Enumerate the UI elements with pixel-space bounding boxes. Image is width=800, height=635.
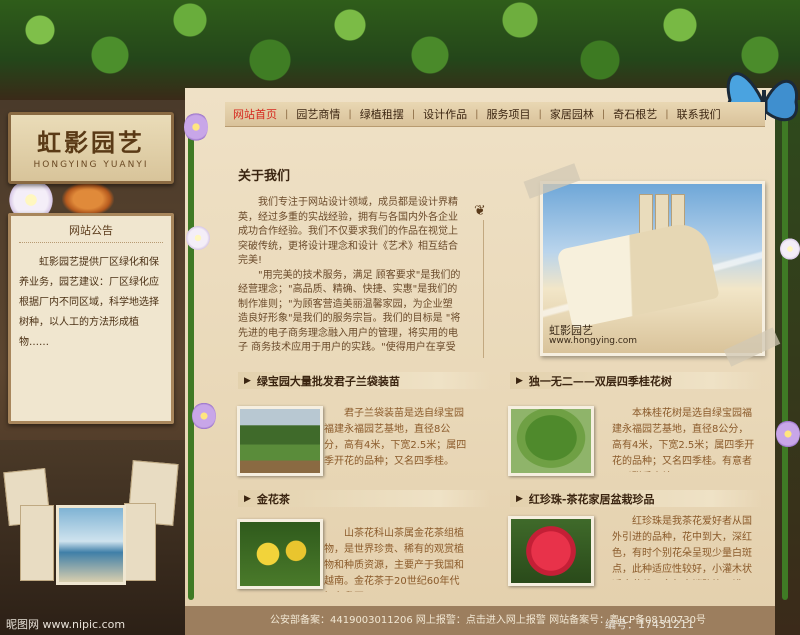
arrow-right-icon: ▶ [516,493,523,504]
product-description: 山茶花科山茶属金花茶组植物，是世界珍贵、稀有的观赏植物和种质资源，主要产于我国和… [324,528,464,587]
arrow-right-icon: ▶ [244,493,251,504]
notice-panel: 网站公告 虹影园艺提供厂区绿化和保养业务，园艺建议：厂区绿化应根据厂内不同区域，… [8,213,174,424]
nav-item-contact[interactable]: 联系我们 [669,106,729,122]
product-description: 君子兰袋装苗是选自绿宝园福建永福园艺基地，直径8公分，高有4米，下宽2.5米；属… [324,408,467,467]
purple-flower-icon [192,402,216,430]
paper-sheet [20,505,54,581]
about-paragraph: 我们专注于网站设计领域，成员都是设计界精英，经过多重的实战经验，拥有与各国内外各… [238,197,458,266]
leaf-header-banner [0,0,800,100]
paper-sheet [124,503,156,581]
seascape-painting [56,505,126,585]
about-paragraph: "用完美的技术服务，满足 顾客要求"是我们的经营理念；"高品质、精确、快捷、实惠… [238,269,461,353]
about-text: 我们专注于网站设计领域，成员都是设计界精英，经过多重的实战经验，拥有与各国内外各… [238,196,462,352]
product-heading[interactable]: ▶ 金花茶 [238,490,490,507]
product-heading[interactable]: ▶ 独一无二——双层四季桂花树 [510,372,762,389]
product-title: 绿宝园大量批发君子兰袋装苗 [256,374,400,388]
vertical-divider [483,220,484,358]
autumn-leaf-icon [62,182,114,216]
product-thumbnail[interactable] [237,519,323,589]
right-vine-decoration [782,110,788,600]
product-thumbnail[interactable] [508,406,594,476]
purple-flower-icon [184,112,208,142]
nav-item-design-works[interactable]: 设计作品 [415,106,475,122]
product-thumbnail[interactable] [508,516,594,586]
notice-title: 网站公告 [19,216,163,243]
purple-flower-icon [776,420,800,448]
arrow-right-icon: ▶ [516,375,523,386]
nav-item-home-garden[interactable]: 家居园林 [542,106,602,122]
nav-item-stone-root-art[interactable]: 奇石根艺 [605,106,665,122]
watermark-bar: 昵图网 www.nipic.com 编号：17431211 [0,612,800,635]
product-title: 红珍珠-茶花家居盆栽珍品 [528,492,655,506]
white-flower-icon [186,226,210,250]
arrow-right-icon: ▶ [244,375,251,386]
product-description: 红珍珠是我茶花爱好者从国外引进的品种，花中到大，深红色，有时个别花朵呈现少量白斑… [612,516,752,575]
watermark-site: 昵图网 www.nipic.com [6,618,126,631]
notice-body: 虹影园艺提供厂区绿化和保养业务，园艺建议：厂区绿化应根据厂内不同区域，科学地选择… [19,257,159,348]
product-title: 金花茶 [256,492,290,506]
product-description: 本株桂花树是选自绿宝园福建永福园艺基地，直径8公分，高有4米，下宽2.5米；属四… [612,408,755,467]
product-thumbnail[interactable] [237,406,323,476]
watermark-id: 编号：17431211 [605,618,694,631]
white-flower-icon [780,238,800,260]
logo-name-cn: 虹影园艺 [37,128,145,157]
about-title: 关于我们 [238,169,291,184]
photo-caption-url: www.hongying.com [549,336,638,346]
small-butterfly-icon: ❦ [474,203,486,219]
site-logo[interactable]: 虹影园艺 HONGYING YUANYI [8,112,174,184]
nav-item-garden-news[interactable]: 园艺商情 [288,106,348,122]
product-heading[interactable]: ▶ 绿宝园大量批发君子兰袋装苗 [238,372,490,389]
about-photo-book: 虹影园艺 www.hongying.com [540,181,765,356]
product-title: 独一无二——双层四季桂花树 [528,374,672,388]
nav-item-services[interactable]: 服务项目 [479,106,539,122]
logo-name-en: HONGYING YUANYI [33,160,149,170]
nav-item-home[interactable]: 网站首页 [225,106,285,122]
open-book-pages [556,219,720,329]
left-vine-decoration [188,120,194,600]
main-nav: 网站首页 | 园艺商情 | 绿植租摆 | 设计作品 | 服务项目 | 家居园林 … [225,102,765,127]
nav-item-plant-rental[interactable]: 绿植租摆 [352,106,412,122]
product-heading[interactable]: ▶ 红珍珠-茶花家居盆栽珍品 [510,490,762,507]
